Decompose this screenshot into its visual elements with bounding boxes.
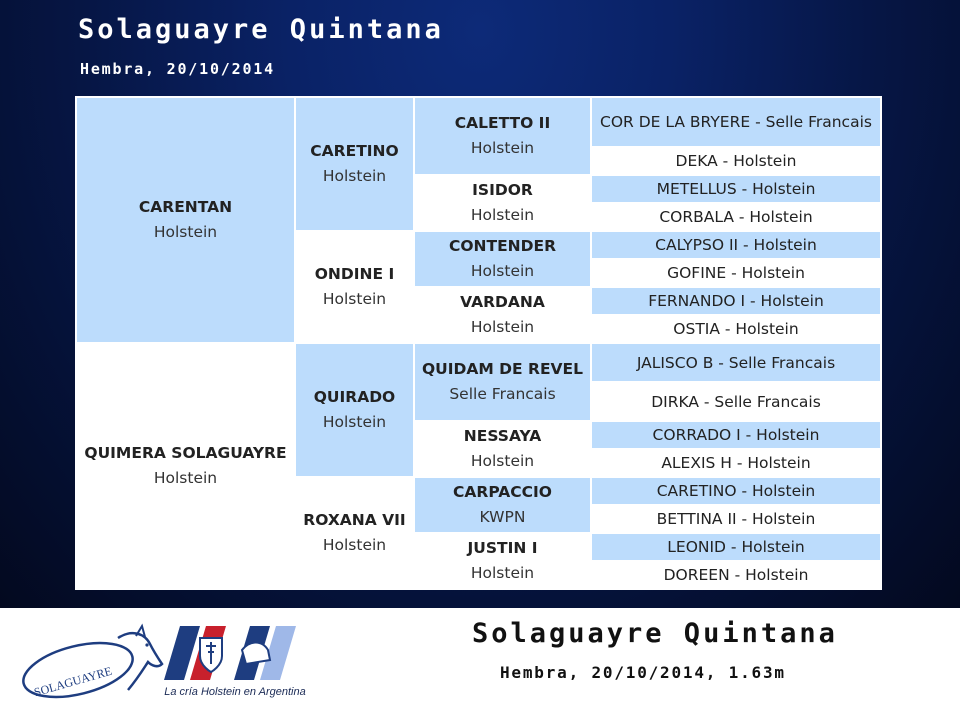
- ancestor-breed: Holstein: [470, 139, 535, 157]
- ancestor-name: ONDINE I: [314, 265, 395, 283]
- ancestor-breed: Holstein: [470, 318, 535, 336]
- g4-cell: GOFINE - Holstein: [590, 258, 882, 288]
- footer-title: Solaguayre Quintana: [472, 618, 838, 649]
- ancestor-name: QUIRADO: [313, 388, 396, 406]
- g3-cell: QUIDAM DE REVEL Selle Francais: [413, 342, 592, 422]
- g3-cell: CONTENDER Holstein: [413, 230, 592, 288]
- g4-cell: JALISCO B - Selle Francais: [590, 342, 882, 383]
- pedigree-table: CARENTAN Holstein CARETINO Holstein CALE…: [75, 96, 882, 590]
- ancestor-name: VARDANA: [460, 293, 545, 311]
- slide-background: Solaguayre Quintana Hembra, 20/10/2014 C…: [0, 0, 960, 608]
- ancestor-entry: LEONID - Holstein: [667, 538, 805, 556]
- ancestor-entry: FERNANDO I - Holstein: [648, 292, 824, 310]
- ancestor-entry: DEKA - Holstein: [675, 152, 797, 170]
- page-subtitle: Hembra, 20/10/2014: [80, 60, 275, 78]
- ancestor-name: JUSTIN I: [467, 539, 538, 557]
- g4-cell: CORRADO I - Holstein: [590, 420, 882, 450]
- g4-cell: BETTINA II - Holstein: [590, 504, 882, 534]
- g4-cell: DEKA - Holstein: [590, 146, 882, 176]
- dam-cell: QUIMERA SOLAGUAYRE Holstein: [75, 342, 296, 590]
- ancestor-entry: ALEXIS H - Holstein: [661, 454, 811, 472]
- g3-cell: VARDANA Holstein: [413, 286, 592, 344]
- ancestor-breed: Holstein: [322, 290, 387, 308]
- ancestor-name: ROXANA VII: [303, 511, 406, 529]
- g4-cell: FERNANDO I - Holstein: [590, 286, 882, 316]
- ancestor-entry: CORRADO I - Holstein: [652, 426, 820, 444]
- dam-sire-cell: QUIRADO Holstein: [294, 342, 415, 478]
- ancestor-entry: DOREEN - Holstein: [663, 566, 809, 584]
- sire-sire-cell: CARETINO Holstein: [294, 96, 415, 232]
- g4-cell: CARETINO - Holstein: [590, 476, 882, 506]
- sire-breed: Holstein: [153, 223, 218, 241]
- ancestor-entry: CALYPSO II - Holstein: [655, 236, 817, 254]
- ancestor-breed: KWPN: [479, 508, 526, 526]
- ancestor-entry: DIRKA - Selle Francais: [651, 392, 821, 411]
- sire-dam-cell: ONDINE I Holstein: [294, 230, 415, 344]
- ancestor-breed: Holstein: [322, 536, 387, 554]
- ancestor-name: CALETTO II: [454, 114, 551, 132]
- holstein-argentina-logo: La cría Holstein en Argentina: [150, 620, 320, 706]
- ancestor-name: CARPACCIO: [453, 483, 552, 501]
- g3-cell: NESSAYA Holstein: [413, 420, 592, 478]
- g4-cell: METELLUS - Holstein: [590, 174, 882, 204]
- ancestor-breed: Holstein: [470, 452, 535, 470]
- footer: SOLAGUAYRE La cría Holstein en Argentina…: [0, 608, 960, 709]
- g3-cell: CALETTO II Holstein: [413, 96, 592, 176]
- dam-name: QUIMERA SOLAGUAYRE: [84, 444, 287, 462]
- g4-cell: COR DE LA BRYERE - Selle Francais: [590, 96, 882, 148]
- g3-cell: JUSTIN I Holstein: [413, 532, 592, 590]
- page-title: Solaguayre Quintana: [78, 14, 444, 45]
- g4-cell: OSTIA - Holstein: [590, 314, 882, 344]
- g4-cell: CALYPSO II - Holstein: [590, 230, 882, 260]
- ancestor-name: NESSAYA: [463, 427, 542, 445]
- ancestor-entry: CARETINO - Holstein: [656, 482, 816, 500]
- sire-cell: CARENTAN Holstein: [75, 96, 296, 344]
- ancestor-entry: GOFINE - Holstein: [667, 264, 805, 282]
- dam-dam-cell: ROXANA VII Holstein: [294, 476, 415, 590]
- g4-cell: DOREEN - Holstein: [590, 560, 882, 590]
- g4-cell: DIRKA - Selle Francais: [590, 381, 882, 422]
- ancestor-name: CARETINO: [310, 142, 399, 160]
- hh-shield-icon: [164, 626, 296, 680]
- ancestor-name: ISIDOR: [472, 181, 533, 199]
- ancestor-breed: Holstein: [322, 167, 387, 185]
- g4-cell: CORBALA - Holstein: [590, 202, 882, 232]
- ancestor-breed: Holstein: [470, 564, 535, 582]
- g3-cell: CARPACCIO KWPN: [413, 476, 592, 534]
- g3-cell: ISIDOR Holstein: [413, 174, 592, 232]
- logo-wordmark: SOLAGUAYRE: [32, 664, 113, 700]
- ancestor-entry: OSTIA - Holstein: [673, 320, 799, 338]
- ancestor-breed: Holstein: [322, 413, 387, 431]
- solaguayre-horse-logo: SOLAGUAYRE: [22, 623, 164, 700]
- ancestor-entry: METELLUS - Holstein: [656, 180, 816, 198]
- ancestor-name: CONTENDER: [448, 237, 557, 255]
- ancestor-entry: COR DE LA BRYERE - Selle Francais: [600, 113, 872, 131]
- ancestor-entry: BETTINA II - Holstein: [656, 510, 816, 528]
- ancestor-entry: CORBALA - Holstein: [659, 208, 813, 226]
- ancestor-breed: Selle Francais: [449, 385, 556, 403]
- tagline: La cría Holstein en Argentina: [164, 686, 306, 698]
- g4-cell: LEONID - Holstein: [590, 532, 882, 562]
- dam-breed: Holstein: [153, 469, 218, 487]
- sire-name: CARENTAN: [138, 198, 233, 216]
- ancestor-entry: JALISCO B - Selle Francais: [636, 353, 836, 372]
- g4-cell: ALEXIS H - Holstein: [590, 448, 882, 478]
- ancestor-breed: Holstein: [470, 262, 535, 280]
- ancestor-breed: Holstein: [470, 206, 535, 224]
- footer-subtitle: Hembra, 20/10/2014, 1.63m: [500, 663, 786, 682]
- ancestor-name: QUIDAM DE REVEL: [421, 360, 584, 378]
